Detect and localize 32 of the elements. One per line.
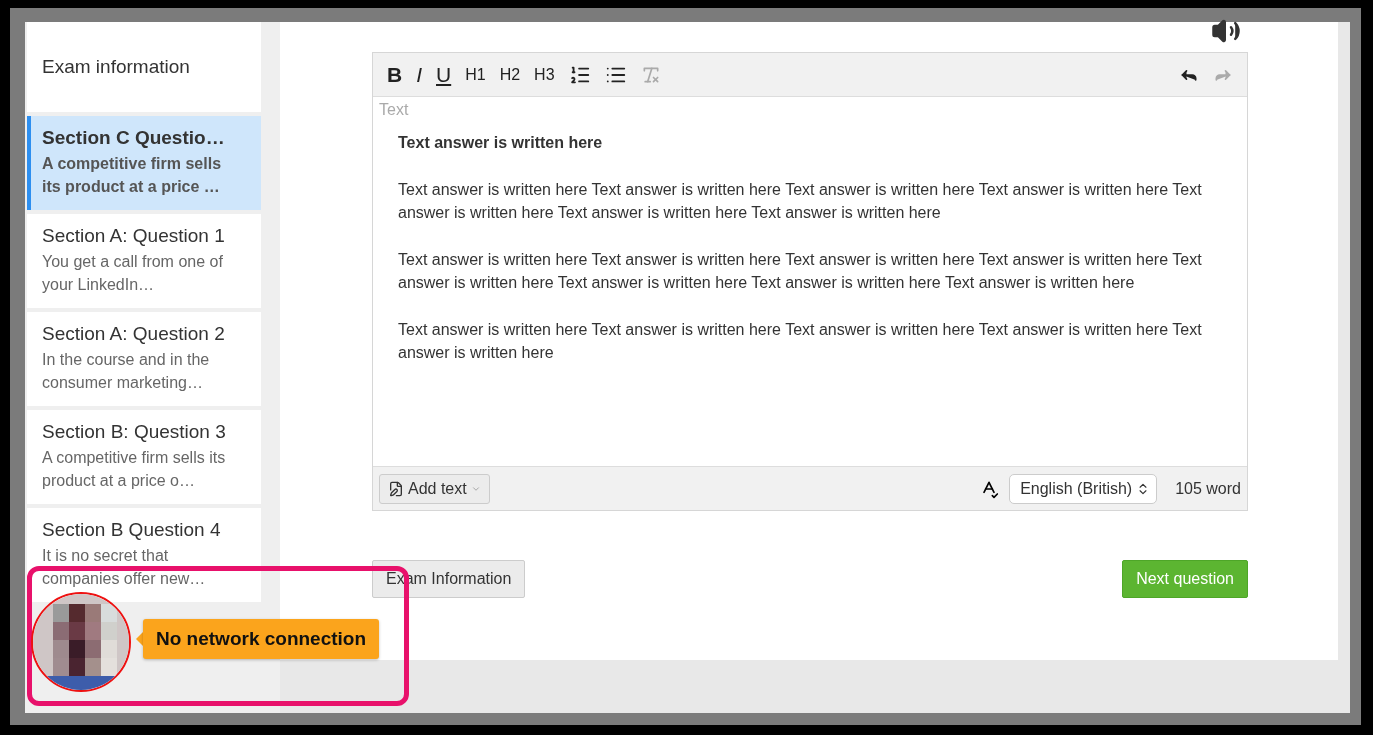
network-status-tooltip: No network connection	[143, 619, 380, 659]
question-item[interactable]: Section B: Question 3 A competitive firm sells its product at a price o…	[27, 410, 261, 504]
answer-heading: Text answer is written here	[398, 133, 604, 153]
question-title: Section B Question 4	[42, 519, 222, 541]
answer-paragraph: Text answer is written here Text answer is written here Text answer is written here Text answer is written here Text answer is written here Text answer is written here Text answer is written here	[398, 180, 1203, 223]
question-item[interactable]: Section B Question 4 It is no secret that companies offer new…	[27, 508, 261, 602]
format-button[interactable]: I	[416, 62, 422, 87]
question-title: Section C Questio…	[42, 127, 226, 149]
word-count: 105 word	[1175, 479, 1241, 498]
format-button[interactable]: B	[387, 62, 403, 87]
answer-paragraph: Text answer is written here Text answer is written here Text answer is written here Text answer is written here Text answer is written here Text answer is written here Text answer is written here Text answer is written here	[398, 250, 1203, 293]
format-button[interactable]: H2	[499, 65, 521, 84]
question-title: Section A: Question 2	[42, 323, 226, 345]
language-select[interactable]: English (British)	[1009, 473, 1158, 504]
format-button[interactable]: U	[436, 62, 452, 87]
question-excerpt: In the course and in the consumer marketing…	[42, 350, 211, 393]
sidebar-header[interactable]: Exam information	[27, 22, 261, 112]
question-excerpt: It is no secret that companies offer new…	[42, 546, 207, 589]
format-button[interactable]: H1	[465, 65, 486, 84]
answer-paragraph: Text answer is written here Text answer is written here Text answer is written here Text answer is written here Text answer is written here	[398, 320, 1203, 363]
question-item[interactable]: Section A: Question 1 You get a call from one of your LinkedIn…	[27, 214, 261, 308]
question-excerpt: You get a call from one of your LinkedIn…	[42, 252, 224, 295]
question-item[interactable]: Section C Questio… A competitive firm sells its product at a price …	[27, 116, 261, 210]
add-text-button[interactable]: Add text	[379, 473, 490, 504]
question-excerpt: A competitive firm sells its product at a price o…	[42, 448, 227, 491]
format-button[interactable]: H3	[534, 65, 555, 84]
note-icon	[388, 480, 404, 497]
question-title: Section B: Question 3	[42, 421, 227, 443]
question-title: Section A: Question 1	[42, 225, 226, 247]
question-excerpt: A competitive firm sells its product at a price …	[42, 154, 223, 197]
text-placeholder: Text	[379, 101, 410, 119]
question-item[interactable]: Section A: Question 2 In the course and in the consumer marketing…	[27, 312, 261, 406]
